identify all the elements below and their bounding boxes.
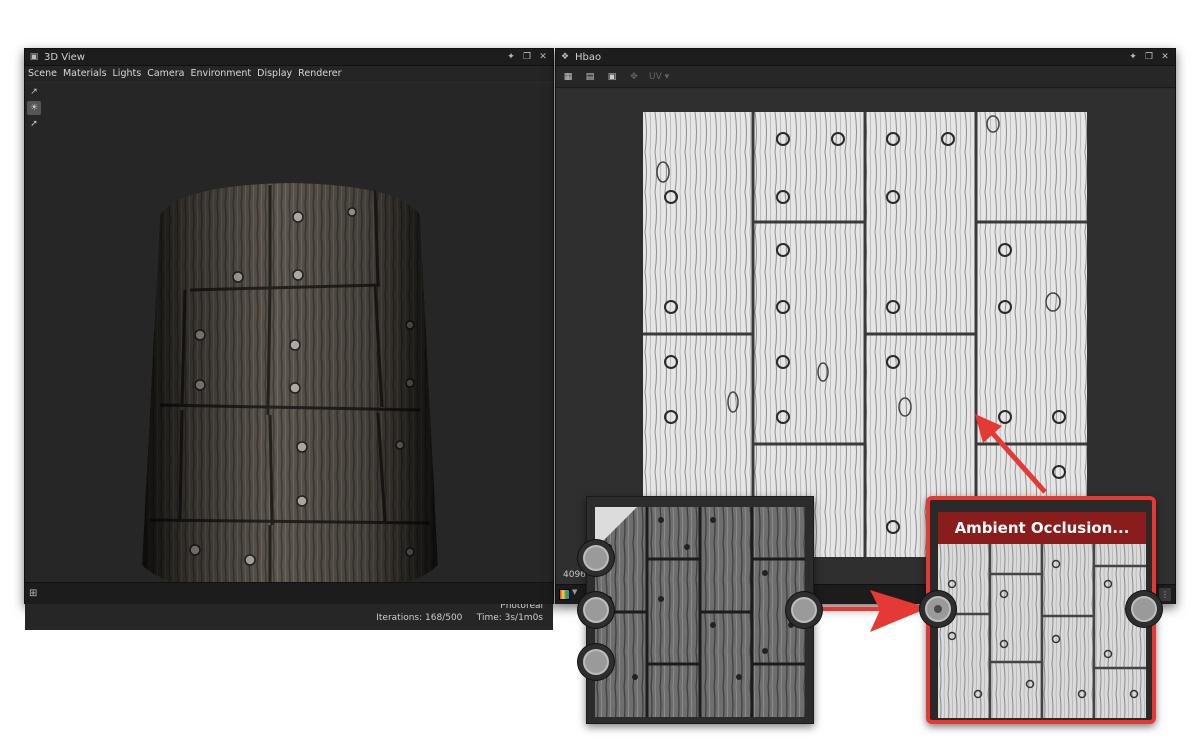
3d-view-panel: ▣ 3D View ✦ ❐ ✕ Scene Materials Lights C… xyxy=(24,48,554,630)
viewport-toolbar: ↗ ☀ ➚ xyxy=(27,85,43,133)
scene-tree-icon[interactable]: ⊞ xyxy=(29,588,37,599)
3d-view-menubar: Scene Materials Lights Camera Environmen… xyxy=(25,66,553,82)
2d-view-icon: ❖ xyxy=(560,51,570,62)
tile-view-icon[interactable]: ▦ xyxy=(561,70,575,84)
source-texture-node[interactable] xyxy=(586,496,814,724)
input-port-2[interactable] xyxy=(578,592,614,628)
menu-lights[interactable]: Lights xyxy=(113,66,142,82)
texture-resolution: 4096 xyxy=(563,570,586,580)
float-window-icon[interactable]: ❐ xyxy=(520,51,534,64)
close-icon[interactable]: ✕ xyxy=(1158,51,1172,64)
pin-icon[interactable]: ✦ xyxy=(1126,51,1140,64)
camera-icon[interactable]: ▣ xyxy=(605,70,619,84)
2d-view-title: Hbao xyxy=(575,51,602,63)
save-image-icon[interactable]: ▤ xyxy=(583,70,597,84)
3d-viewport[interactable]: ↗ ☀ ➚ Photoreal Iterations: 168/500 Time… xyxy=(25,83,553,630)
ao-output-port[interactable] xyxy=(1126,591,1162,627)
light-icon[interactable]: ☀ xyxy=(27,101,41,115)
channel-color-icon[interactable] xyxy=(559,589,570,600)
float-window-icon[interactable]: ❐ xyxy=(1142,51,1156,64)
ambient-occlusion-node[interactable]: Ambient Occlusion... xyxy=(926,496,1156,724)
2d-view-titlebar: ❖ Hbao ✦ ❐ ✕ xyxy=(556,49,1175,66)
uv-dropdown-label: UV xyxy=(649,71,662,82)
cube-icon: ▣ xyxy=(29,51,39,62)
render-time-label: Time: 3s/1m0s xyxy=(476,613,543,623)
pick-tool-icon[interactable]: ➚ xyxy=(27,117,41,131)
uv-dropdown[interactable]: UV ▾ xyxy=(649,72,669,82)
screenshot-stage: ▣ 3D View ✦ ❐ ✕ Scene Materials Lights C… xyxy=(0,0,1200,750)
source-texture-thumbnail xyxy=(595,507,805,717)
viewport-options-icon[interactable]: ⋮ xyxy=(1159,588,1171,601)
menu-renderer[interactable]: Renderer xyxy=(298,66,341,82)
menu-materials[interactable]: Materials xyxy=(63,66,107,82)
ao-node-thumbnail xyxy=(938,544,1146,718)
source-output-port[interactable] xyxy=(786,592,822,628)
iterations-label: Iterations: 168/500 xyxy=(376,613,463,623)
menu-scene[interactable]: Scene xyxy=(28,66,57,82)
menu-environment[interactable]: Environment xyxy=(190,66,251,82)
export-icon[interactable]: ↗ xyxy=(27,85,41,99)
input-port-3[interactable] xyxy=(578,644,614,680)
menu-camera[interactable]: Camera xyxy=(147,66,184,82)
pin-icon[interactable]: ✦ xyxy=(504,51,518,64)
menu-display[interactable]: Display xyxy=(257,66,292,82)
wood-cylinder-render xyxy=(142,183,438,597)
hbao-texture-preview xyxy=(643,112,1087,557)
2d-view-toolbar: ▦ ▤ ▣ ✥ UV ▾ xyxy=(556,66,1175,88)
3d-view-title: 3D View xyxy=(44,51,85,63)
input-port-1[interactable] xyxy=(578,540,614,576)
close-icon[interactable]: ✕ xyxy=(536,51,550,64)
3d-view-statusbar: ⊞ xyxy=(25,582,553,604)
chevron-down-icon[interactable]: ▼ xyxy=(572,588,577,596)
ao-input-port[interactable] xyxy=(920,591,956,627)
3d-view-titlebar: ▣ 3D View ✦ ❐ ✕ xyxy=(25,49,553,66)
ao-node-title: Ambient Occlusion... xyxy=(938,512,1146,544)
transform-icon[interactable]: ✥ xyxy=(627,70,641,84)
